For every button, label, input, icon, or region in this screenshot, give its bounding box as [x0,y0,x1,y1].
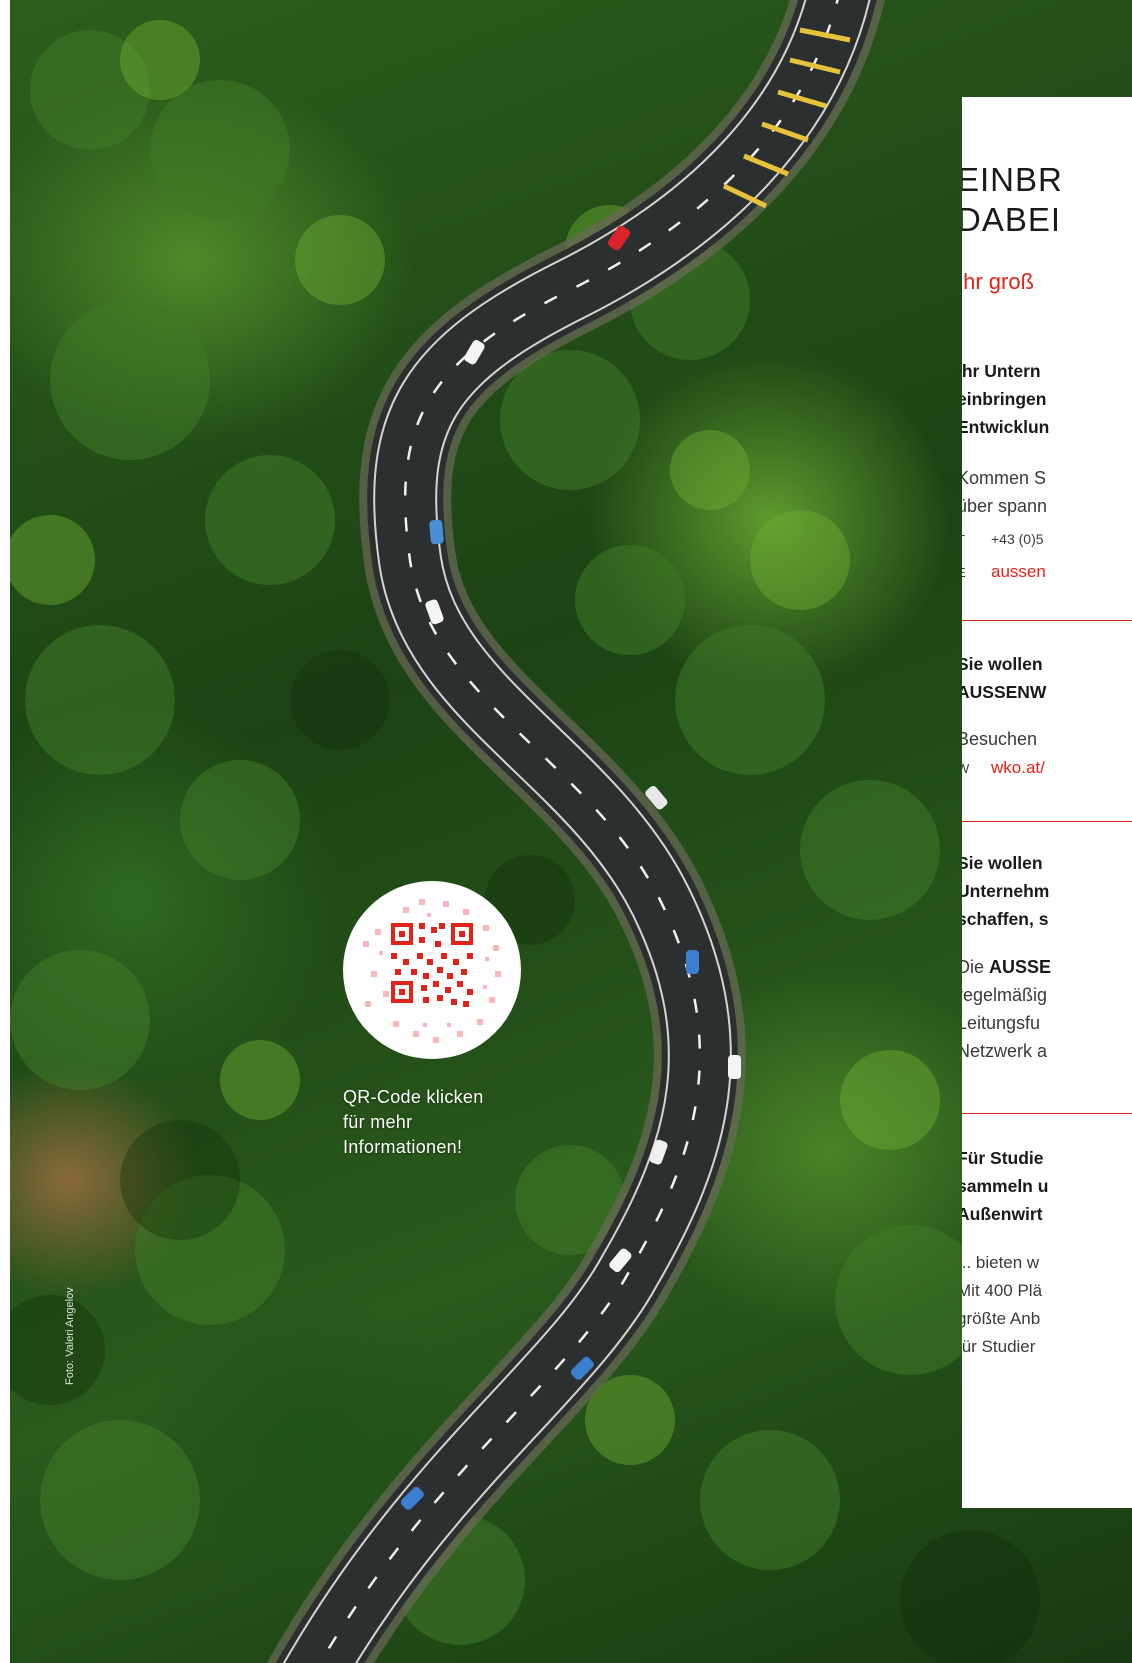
lead-line: Entwicklun [962,417,1050,437]
body-line: Die AUSSE [962,953,1051,981]
qr-code-button[interactable] [343,881,521,1059]
email-row: Eaussen [962,561,1046,584]
lead-line: schaffen, s [962,909,1049,929]
panel-subtitle: Ihr groß [962,269,1035,294]
qr-caption-line: für mehr [343,1112,413,1132]
section3-body: Die AUSSE regelmäßig Leitungsfu Netzwerk… [962,953,1051,1065]
lead-line: sammeln u [962,1176,1049,1196]
body-line: ... bieten w [962,1253,1040,1272]
phone-key: T [962,529,991,551]
body-prefix: Die [962,957,985,977]
email-key: E [962,562,991,584]
body-line: Mit 400 Plä [962,1281,1043,1300]
web-row: Wwko.at/ [962,757,1045,780]
body-line: größte Anb [962,1309,1041,1328]
qr-caption-line: Informationen! [343,1137,463,1157]
divider [962,821,1132,822]
qr-caption-line: QR-Code klicken [343,1087,484,1107]
body-bold: AUSSE [989,957,1052,977]
section1-body: Kommen S über spann [962,464,1047,520]
section1-lead: Ihr Untern einbringen Entwicklun [962,357,1049,441]
divider [962,1113,1132,1114]
phone-value: +43 (0)5 [991,531,1044,547]
web-link[interactable]: wko.at/ [991,758,1045,777]
body-line: regelmäßig [962,985,1048,1005]
qr-caption: QR-Code klicken für mehr Informationen! [343,1085,533,1160]
body-line: Kommen S [962,468,1047,488]
lead-line: Unternehm [962,881,1050,901]
phone-row: T+43 (0)5 [962,528,1044,551]
title-line: DABEI [962,201,1062,238]
section4-body: ... bieten w Mit 400 Plä größte Anb für … [962,1249,1042,1361]
title-line: EINBR [962,161,1063,198]
email-link[interactable]: aussen [991,562,1046,581]
section2-body: Besuchen [962,725,1037,753]
section4-lead: Für Studie sammeln u Außenwirt [962,1144,1048,1228]
lead-line: Sie wollen [962,853,1043,873]
body-line: Leitungsfu [962,1013,1041,1033]
lead-line: Außenwirt [962,1204,1043,1224]
photo-credit: Foto: Valeri Angelov [64,1287,76,1385]
body-line: Besuchen [962,729,1038,749]
qr-code-icon [363,899,501,1043]
body-line: Netzwerk a [962,1041,1048,1061]
section2-lead: Sie wollen AUSSENW [962,650,1046,706]
info-panel: EINBR DABEI Ihr groß Ihr Untern einbring… [962,97,1132,1508]
web-key: W [962,761,970,776]
panel-title: EINBR DABEI [962,160,1063,240]
lead-line: AUSSENW [962,682,1047,702]
body-line: über spann [962,496,1048,516]
divider [962,620,1132,621]
body-line: für Studier [962,1337,1036,1356]
section3-lead: Sie wollen Unternehm schaffen, s [962,849,1049,933]
lead-line: Für Studie [962,1148,1044,1168]
lead-line: Sie wollen [962,654,1043,674]
lead-line: einbringen [962,389,1047,409]
lead-line: Ihr Untern [962,361,1041,381]
